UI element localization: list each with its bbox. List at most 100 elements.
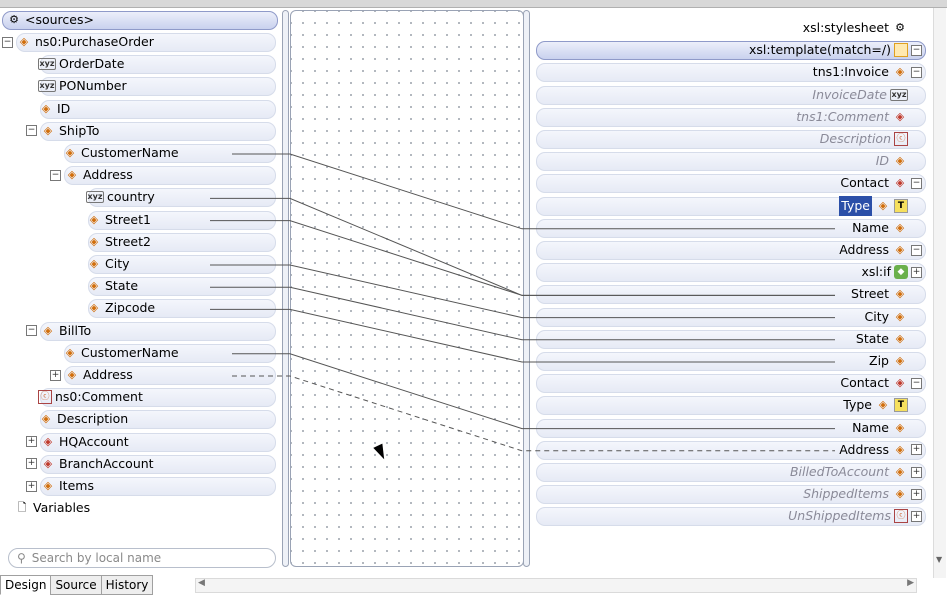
element-icon: ◈ [89,257,99,270]
collapse-icon[interactable]: − [26,125,37,137]
target-row[interactable]: BilledToAccount ◈ + [530,462,930,482]
target-row[interactable]: Contact ◈ − [530,373,930,394]
element-icon: ◈ [19,35,29,48]
source-row[interactable]: xyz PONumber [0,76,278,97]
source-row[interactable]: 🗋 Variables [0,498,278,518]
element-icon: ◈ [895,354,905,367]
search-field[interactable]: ⚲ Search by local name [8,548,276,568]
right-splitter[interactable] [522,10,530,567]
target-row-label: Name [852,419,889,435]
element-icon: ◈ [895,287,905,301]
target-row[interactable]: tns1:Invoice ◈ − [530,62,930,83]
source-row[interactable]: ◈ City [0,254,278,274]
source-row[interactable]: ◈ CustomerName [0,143,278,163]
target-row[interactable]: xsl:stylesheet ⚙ [530,18,930,38]
source-row[interactable]: ◈ Description [0,409,278,430]
tab-source[interactable]: Source [50,575,102,595]
element-icon: ◈ [43,323,53,337]
source-row[interactable]: xyz country [0,187,278,208]
source-row[interactable]: ◈ ID [0,99,278,119]
source-row[interactable]: ◈ Street2 [0,232,278,252]
source-row[interactable]: − ◈ ShipTo [0,121,278,141]
source-row[interactable]: − ◈ BillTo [0,321,278,341]
scroll-right-icon[interactable]: ▶ [907,578,914,588]
expand-icon[interactable]: + [26,436,37,448]
target-row[interactable]: UnShippedItems ⓒ + [530,506,930,527]
target-row[interactable]: Type ◈ T [530,195,930,216]
choice-icon: ◈ [895,176,905,190]
target-row[interactable]: InvoiceDate xyz [530,85,930,105]
target-row[interactable]: City ◈ [530,307,930,327]
target-row[interactable]: Zip ◈ [530,351,930,371]
target-row-label: tns1:Comment [796,108,889,124]
source-row[interactable]: ◈ CustomerName [0,343,278,363]
target-row[interactable]: Address ◈ − [530,240,930,260]
target-row[interactable]: Street ◈ [530,284,930,305]
source-row-label: Address [83,367,133,382]
source-row[interactable]: + ◈ Items [0,476,278,496]
mapping-canvas[interactable] [290,10,524,567]
sources-header-row[interactable]: ⚙ <sources> [2,10,278,30]
element-icon: ◈ [895,65,905,79]
expand-icon[interactable]: + [911,510,922,522]
expand-icon[interactable]: + [911,466,922,478]
collapse-icon[interactable]: − [911,177,922,189]
target-row[interactable]: xsl:if ◆ + [530,262,930,283]
source-row[interactable]: xyz OrderDate [0,54,278,75]
horizontal-scrollbar[interactable]: ◀ ▶ [195,578,917,593]
expand-icon[interactable]: + [911,488,922,500]
collapse-icon[interactable]: − [911,377,922,389]
target-row[interactable]: State ◈ [530,329,930,349]
target-row[interactable]: xsl:template(match=/) − [530,40,930,61]
target-row-label: Address [839,242,889,257]
source-row-label: State [105,278,139,294]
target-row[interactable]: Contact ◈ − [530,173,930,194]
source-row[interactable]: ◈ Zipcode [0,298,278,319]
expand-icon[interactable]: + [26,480,37,492]
attribute-icon: xyz [38,58,56,71]
source-row-label: Description [57,411,129,427]
element-icon: ◈ [895,331,905,345]
source-row[interactable]: ◈ Street1 [0,210,278,230]
source-row[interactable]: ⓒ ns0:Comment [0,387,278,408]
vertical-scrollbar[interactable]: ▼ [933,8,946,578]
target-row[interactable]: ShippedItems ◈ + [530,484,930,505]
collapse-icon[interactable]: − [911,244,922,256]
expand-icon[interactable]: + [50,369,61,381]
collapse-icon[interactable]: − [26,325,37,337]
target-row[interactable]: Name ◈ [530,418,930,438]
source-row[interactable]: + ◈ HQAccount [0,432,278,452]
target-tree-panel[interactable]: xsl:stylesheet ⚙ xsl:template(match=/) − tns… [530,8,930,568]
source-row-label: Variables [33,500,91,516]
target-row[interactable]: Address ◈ + [530,440,930,460]
template-icon [894,43,908,58]
if-icon: ◆ [894,265,908,280]
source-row[interactable]: + ◈ Address [0,365,278,385]
tab-history[interactable]: History [100,575,154,595]
source-row[interactable]: − ◈ ns0:PurchaseOrder [0,32,278,52]
element-icon: ◈ [895,420,905,434]
scroll-down-icon[interactable]: ▼ [936,555,942,564]
collapse-icon[interactable]: − [911,44,922,56]
expand-icon[interactable]: + [911,266,922,278]
window-top-edge [0,0,947,8]
expand-icon[interactable]: + [911,444,922,456]
target-row[interactable]: ID ◈ [530,151,930,172]
source-tree-panel[interactable]: ⚙ <sources> − ◈ ns0:PurchaseOrder xyz OrderD… [0,8,282,568]
source-row[interactable]: − ◈ Address [0,165,278,186]
expand-icon[interactable]: + [26,458,37,470]
target-row[interactable]: Description ⓒ [530,129,930,149]
collapse-icon[interactable]: − [2,36,13,48]
tab-design[interactable]: Design [0,575,52,595]
collapse-icon[interactable]: − [911,66,922,78]
source-row[interactable]: ◈ State [0,276,278,297]
target-row[interactable]: Name ◈ [530,218,930,238]
left-splitter[interactable] [282,10,290,567]
target-row[interactable]: Type ◈ T [530,395,930,416]
scroll-left-icon[interactable]: ◀ [198,578,205,588]
source-row[interactable]: + ◈ BranchAccount [0,454,278,474]
source-row-label: Street1 [105,211,151,227]
collapse-icon[interactable]: − [50,169,61,181]
source-row-label: ns0:Comment [55,389,143,405]
target-row[interactable]: tns1:Comment ◈ [530,107,930,127]
